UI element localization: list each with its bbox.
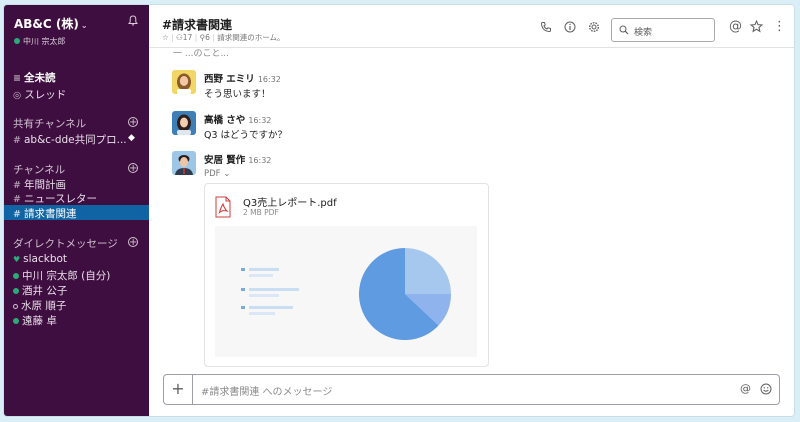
hash-icon: # bbox=[13, 194, 21, 205]
sidebar-item-label: 請求書関連 bbox=[23, 208, 77, 220]
truncated-message: 一 ...のこと... bbox=[173, 49, 230, 59]
sidebar-item-label: ab&c-dde共同プロ... bbox=[23, 134, 127, 146]
sidebar: AB&C (株) ⌄ 中川 宗太郎 ≡ 全未読 ◎ スレッド 共有チャンネル + # a… bbox=[4, 5, 149, 416]
hash-icon: # bbox=[13, 180, 21, 191]
sidebar-item-shared-channel[interactable]: # ab&c-dde共同プロ... bbox=[13, 132, 127, 147]
sidebar-item-label: スレッド bbox=[24, 89, 67, 101]
add-channel-icon[interactable]: + bbox=[128, 163, 138, 174]
channel-meta: ☆ | ⚇17 | ⚲6 | 請求関連のホーム。 bbox=[162, 33, 285, 42]
sidebar-item-channel[interactable]: # 年間計画 bbox=[13, 177, 66, 192]
current-user[interactable]: 中川 宗太郎 bbox=[14, 36, 66, 47]
sidebar-item-dm[interactable]: ♥ slackbot bbox=[13, 253, 67, 265]
pin-count[interactable]: 6 bbox=[205, 33, 210, 42]
online-status-icon bbox=[13, 318, 19, 324]
star-icon[interactable]: ☆ bbox=[162, 33, 169, 42]
gear-icon[interactable] bbox=[588, 21, 600, 33]
file-meta: 2 MB PDF bbox=[243, 208, 279, 217]
phone-icon[interactable] bbox=[540, 21, 552, 33]
message-time[interactable]: 16:32 bbox=[248, 156, 271, 165]
online-status-icon bbox=[13, 273, 19, 279]
sidebar-item-dm[interactable]: 酒井 公子 bbox=[13, 283, 67, 298]
file-preview[interactable] bbox=[215, 226, 477, 357]
sidebar-item-dm[interactable]: 中川 宗太郎 (自分) bbox=[13, 268, 110, 283]
sidebar-item-label: 遠藤 卓 bbox=[22, 315, 57, 327]
avatar[interactable] bbox=[172, 111, 196, 135]
search-icon bbox=[619, 25, 629, 35]
sidebar-item-label: ニュースレター bbox=[23, 193, 97, 205]
add-dm-icon[interactable]: + bbox=[128, 237, 138, 248]
sidebar-item-label: 全未読 bbox=[23, 72, 56, 84]
message-time[interactable]: 16:32 bbox=[258, 75, 281, 84]
info-icon[interactable] bbox=[564, 21, 576, 33]
sidebar-item-all-unread[interactable]: ≡ 全未読 bbox=[13, 70, 55, 85]
sidebar-item-label: slackbot bbox=[23, 253, 68, 265]
hash-icon: # bbox=[13, 209, 21, 220]
sidebar-item-label: 年間計画 bbox=[23, 179, 66, 191]
hash-icon: # bbox=[13, 135, 21, 146]
member-count[interactable]: 17 bbox=[183, 33, 193, 42]
member-icon[interactable]: ⚇ bbox=[176, 33, 183, 42]
message-text: Q3 はどうですか？ bbox=[204, 130, 288, 141]
shared-channel-icon: ◆ bbox=[128, 133, 135, 143]
bell-icon[interactable] bbox=[128, 15, 138, 26]
avatar[interactable] bbox=[172, 151, 196, 175]
list-icon: ≡ bbox=[13, 73, 21, 84]
message-author[interactable]: 西野 エミリ 16:32 bbox=[204, 71, 281, 85]
online-status-icon bbox=[14, 38, 20, 44]
sidebar-item-threads[interactable]: ◎ スレッド bbox=[13, 87, 66, 102]
channel-header: #請求書関連 ☆ | ⚇17 | ⚲6 | 請求関連のホーム。 検索 @ ⋮ bbox=[149, 5, 794, 48]
message-author[interactable]: 高橋 さや 16:32 bbox=[204, 112, 271, 126]
away-status-icon bbox=[13, 304, 18, 309]
direct-messages-heading[interactable]: ダイレクトメッセージ bbox=[13, 236, 118, 251]
star-outline-icon[interactable] bbox=[750, 20, 763, 33]
app-window: AB&C (株) ⌄ 中川 宗太郎 ≡ 全未読 ◎ スレッド 共有チャンネル + # a… bbox=[4, 5, 794, 416]
file-type-toggle[interactable]: PDF ⌄ bbox=[204, 169, 230, 179]
channels-heading[interactable]: チャンネル bbox=[13, 162, 65, 177]
channel-title[interactable]: #請求書関連 bbox=[162, 16, 232, 33]
sidebar-item-dm[interactable]: 水原 順子 bbox=[13, 298, 66, 313]
file-attachment[interactable]: Q3売上レポート.pdf 2 MB PDF bbox=[204, 183, 489, 367]
sidebar-item-channel[interactable]: # ニュースレター bbox=[13, 191, 97, 206]
message-list: 一 ...のこと... 西野 エミリ 16:32 そう思います！ 高橋 さや 16:… bbox=[149, 48, 794, 370]
mention-icon[interactable]: @ bbox=[740, 382, 751, 395]
emoji-icon[interactable] bbox=[760, 383, 772, 395]
add-shared-channel-icon[interactable]: + bbox=[128, 117, 138, 128]
message-composer[interactable]: + #請求書関連 へのメッセージ @ bbox=[163, 374, 780, 405]
workspace-name[interactable]: AB&C (株) ⌄ bbox=[14, 15, 88, 32]
workspace-name-label: AB&C (株) bbox=[14, 17, 79, 31]
workspace-caret-icon: ⌄ bbox=[80, 21, 88, 30]
more-icon[interactable]: ⋮ bbox=[773, 19, 786, 34]
shared-channels-heading[interactable]: 共有チャンネル bbox=[13, 116, 86, 131]
author-name: 西野 エミリ bbox=[204, 74, 255, 85]
current-user-name: 中川 宗太郎 bbox=[23, 37, 66, 46]
sidebar-item-label: 酒井 公子 bbox=[22, 285, 68, 297]
sidebar-item-dm[interactable]: 遠藤 卓 bbox=[13, 313, 57, 328]
mentions-icon[interactable]: @ bbox=[729, 19, 742, 34]
sidebar-item-label: 水原 順子 bbox=[21, 300, 67, 312]
search-placeholder: 検索 bbox=[634, 28, 653, 38]
message-author[interactable]: 安居 賢作 16:32 bbox=[204, 152, 271, 166]
sidebar-item-label: 中川 宗太郎 (自分) bbox=[22, 270, 111, 282]
message-text: そう思います！ bbox=[204, 89, 271, 100]
author-name: 安居 賢作 bbox=[204, 155, 246, 166]
channel-topic[interactable]: 請求関連のホーム。 bbox=[217, 33, 284, 42]
avatar[interactable] bbox=[172, 70, 196, 94]
sidebar-item-channel-active[interactable]: # 請求書関連 bbox=[13, 206, 76, 221]
report-preview-graphic bbox=[241, 248, 451, 340]
file-name[interactable]: Q3売上レポート.pdf bbox=[243, 194, 337, 209]
message-time[interactable]: 16:32 bbox=[248, 116, 271, 125]
pie-chart bbox=[359, 248, 451, 340]
online-status-icon bbox=[13, 288, 19, 294]
author-name: 高橋 さや bbox=[204, 115, 246, 126]
pie-slice bbox=[405, 248, 451, 294]
thread-icon: ◎ bbox=[13, 90, 22, 101]
heart-icon: ♥ bbox=[13, 255, 21, 264]
search-input[interactable]: 検索 bbox=[611, 18, 715, 42]
pdf-icon bbox=[215, 196, 231, 218]
attach-button[interactable]: + bbox=[164, 375, 193, 404]
message-input[interactable]: #請求書関連 へのメッセージ bbox=[201, 383, 332, 398]
